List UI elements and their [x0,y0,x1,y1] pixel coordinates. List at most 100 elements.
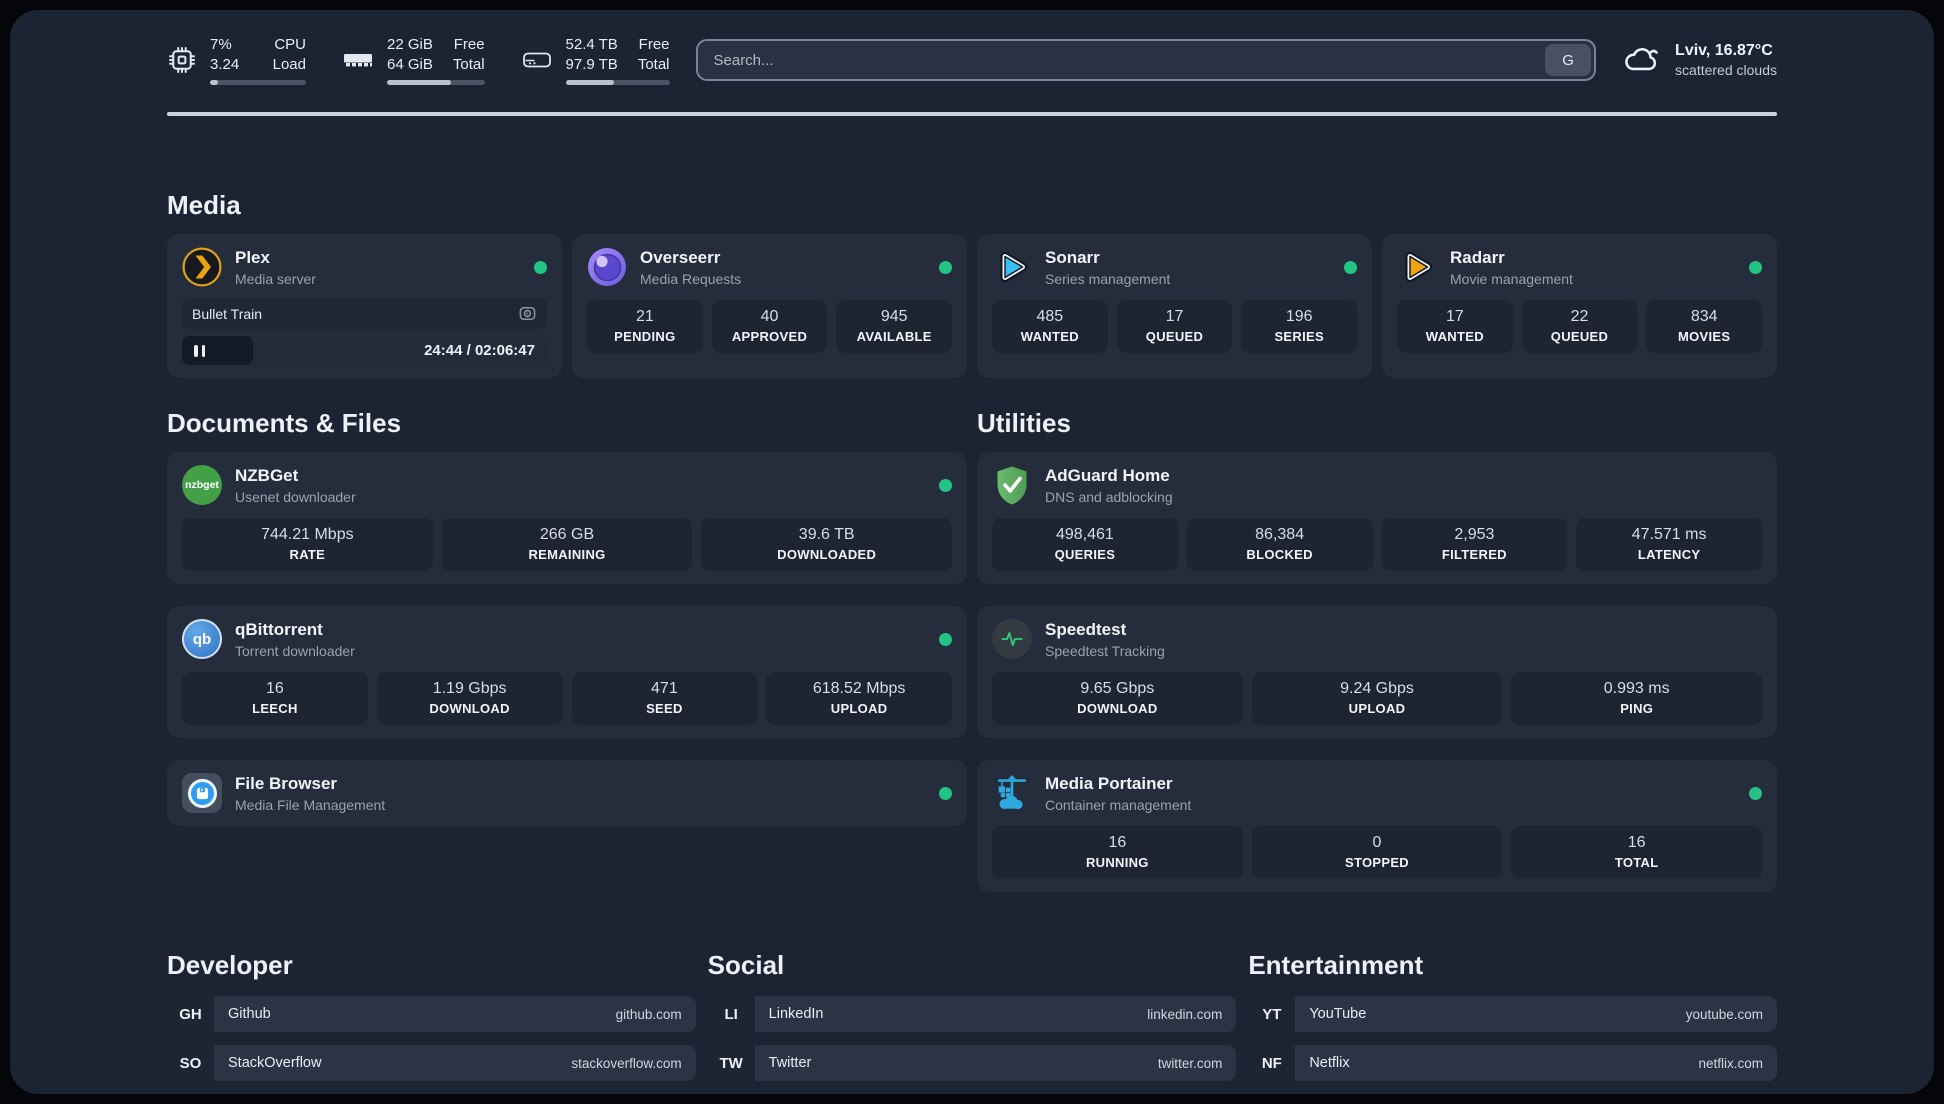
section-title-utilities: Utilities [977,408,1071,438]
link-row-github[interactable]: GH Github github.com [167,996,696,1032]
app-card-sonarr[interactable]: Sonarr Series management 485 WANTED 17 QUE… [977,234,1372,378]
storage-stat: 52.4 TB Free 97.9 TB Total [521,35,670,85]
memory-progress-bar [387,80,485,85]
app-description: Media server [235,270,316,287]
playback-progress-bar[interactable]: 24:44 / 02:06:47 [182,336,547,365]
pause-icon[interactable] [194,344,205,357]
cpu-progress-bar [210,80,306,85]
app-card-portainer[interactable]: Media Portainer Container management 16 R… [977,760,1777,892]
storage-free-value: 52.4 TB [565,36,618,53]
memory-label-bottom: Total [452,55,485,73]
app-card-filebrowser[interactable]: File Browser Media File Management [167,760,967,826]
app-description: Series management [1045,270,1171,287]
link-url: netflix.com [1698,1055,1763,1071]
cpu-chip-icon [167,45,197,75]
stat-box: 618.52 Mbps UPLOAD [766,672,952,725]
app-name: qBittorrent [235,619,323,639]
status-dot-online [939,786,952,800]
stat-box: 47.571 ms LATENCY [1576,518,1762,571]
stat-box: 945 AVAILABLE [836,300,953,353]
dashboard: 7% CPU 3.24 Load 22 GiB Free 64 GiB Total [10,10,1934,1094]
memory-label-top: Free [453,36,485,53]
app-name: Radarr [1450,247,1505,267]
stat-box: 16 LEECH [182,672,368,725]
stat-box: 0 STOPPED [1251,826,1503,879]
stat-box: 744.21 Mbps RATE [182,518,433,571]
app-card-adguard[interactable]: AdGuard Home DNS and adblocking 498,461 Q… [977,452,1777,584]
status-dot-online [939,260,952,274]
status-dot-online [1344,260,1357,274]
link-name: YouTube [1309,1006,1367,1022]
storage-progress-bar [565,80,670,85]
link-name: Netflix [1309,1055,1350,1071]
cpu-label-bottom: Load [272,55,306,73]
link-name: Github [228,1006,271,1022]
storage-progress-fill [565,80,615,85]
app-card-qbittorrent[interactable]: qb qBittorrent Torrent downloader 16 LEEC… [167,606,967,738]
app-name: Overseerr [640,247,721,267]
section-title-developer: Developer [167,950,293,980]
plex-icon [182,247,222,287]
app-card-speedtest[interactable]: Speedtest Speedtest Tracking 9.65 Gbps DO… [977,606,1777,738]
link-abbr: SO [167,1045,214,1081]
section-title-entertainment: Entertainment [1248,950,1424,980]
search-bar[interactable]: G [695,39,1597,81]
app-description: Container management [1045,796,1192,813]
nzbget-icon: nzbget [182,465,222,505]
link-row-twitter[interactable]: TW Twitter twitter.com [707,1045,1237,1081]
search-input[interactable] [697,41,1543,79]
link-row-youtube[interactable]: YT YouTube youtube.com [1248,996,1777,1032]
link-url: stackoverflow.com [571,1055,682,1071]
weather-widget: Lviv, 16.87°C scattered clouds [1622,42,1777,78]
stat-box: 9.65 Gbps DOWNLOAD [992,672,1243,725]
app-name: Media Portainer [1045,773,1173,793]
stat-box: 498,461 QUERIES [992,518,1178,571]
stat-box: 266 GB REMAINING [441,518,693,571]
documents-column: Documents & Files nzbget NZBGet Usenet d… [167,408,967,826]
app-description: Torrent downloader [235,642,355,659]
link-name: LinkedIn [768,1006,824,1022]
cpu-usage-value: 7% [210,36,232,53]
link-row-netflix[interactable]: NF Netflix netflix.com [1248,1045,1777,1081]
now-playing-row: Bullet Train [182,298,547,329]
link-row-stackoverflow[interactable]: SO StackOverflow stackoverflow.com [167,1045,696,1081]
stat-box: 196 SERIES [1241,300,1358,353]
app-card-radarr[interactable]: Radarr Movie management 17 WANTED 22 QUEUE… [1382,234,1777,378]
stat-box: 40 APPROVED [711,300,828,353]
stat-box: 17 QUEUED [1116,300,1233,353]
app-name: NZBGet [235,465,299,485]
status-dot-online [534,260,547,274]
stat-box: 1.19 Gbps DOWNLOAD [376,672,563,725]
stat-box: 22 QUEUED [1521,300,1638,353]
link-url: youtube.com [1685,1006,1763,1022]
link-group-social: Social LI LinkedIn linkedin.com TW Twitte… [707,950,1237,1094]
section-title-documents: Documents & Files [167,408,402,438]
storage-label-bottom: Total [637,55,670,73]
app-card-nzbget[interactable]: nzbget NZBGet Usenet downloader 744.21 M… [167,452,967,584]
now-playing-title: Bullet Train [192,305,263,322]
playback-elapsed-fill [182,336,254,365]
memory-total-value: 64 GiB [387,55,433,73]
app-card-overseerr[interactable]: Overseerr Media Requests 21 PENDING 40 APP… [572,234,967,378]
app-card-plex[interactable]: Plex Media server Bullet Train 24:44 / 0… [167,234,562,378]
top-bar: 7% CPU 3.24 Load 22 GiB Free 64 GiB Total [167,34,1777,86]
cpu-load-value: 3.24 [210,55,240,73]
media-grid: Plex Media server Bullet Train 24:44 / 0… [167,234,1777,378]
utilities-column: Utilities AdGuard Home DNS and adblockin… [977,408,1777,892]
portainer-crane-icon [992,773,1032,813]
cpu-stat: 7% CPU 3.24 Load [167,35,306,85]
memory-free-value: 22 GiB [387,36,433,53]
search-engine-button[interactable]: G [1545,44,1592,76]
cpu-progress-fill [210,80,218,85]
link-abbr: LI [707,996,755,1032]
link-url: github.com [615,1006,682,1022]
link-url: twitter.com [1157,1055,1223,1071]
link-group-developer: Developer GH Github github.com SO StackOv… [167,950,696,1094]
status-dot-online [939,632,952,646]
radarr-icon [1397,247,1437,287]
link-row-linkedin[interactable]: LI LinkedIn linkedin.com [707,996,1237,1032]
sonarr-icon [992,247,1032,287]
app-description: Movie management [1450,270,1573,287]
link-name: Twitter [768,1055,812,1071]
stat-box: 16 RUNNING [992,826,1243,879]
